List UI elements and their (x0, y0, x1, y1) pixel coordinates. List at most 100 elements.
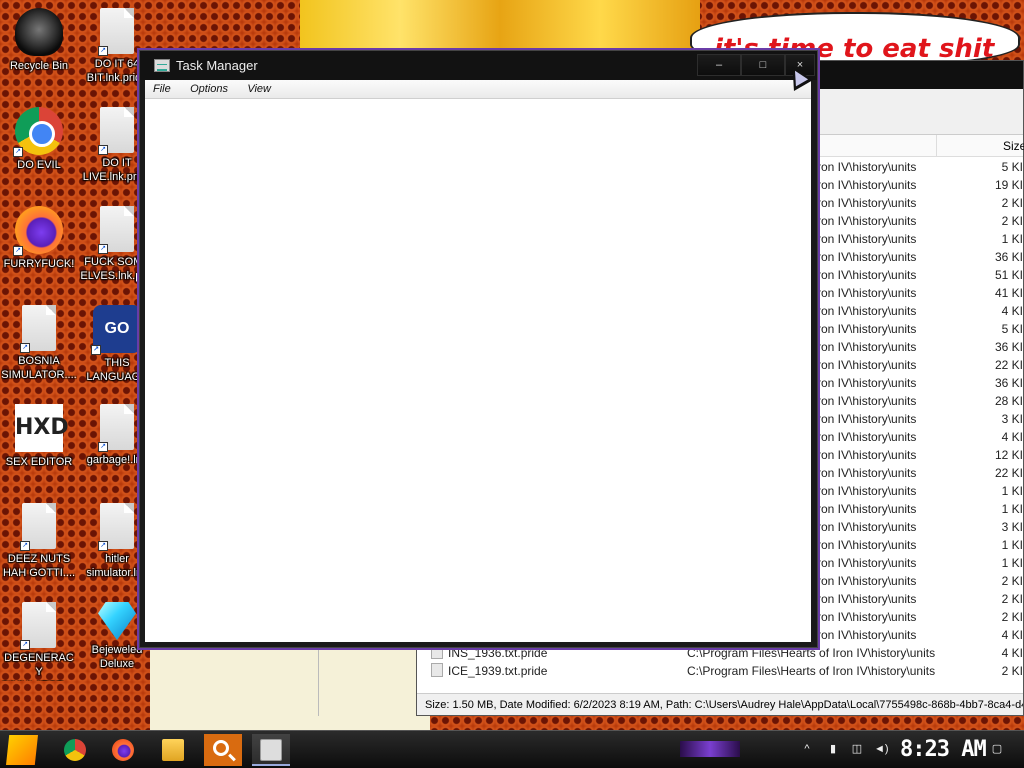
file-size-cell: 36 KI (994, 340, 1023, 354)
network-icon[interactable]: ◫ (850, 742, 864, 756)
menu-options[interactable]: Options (182, 80, 236, 99)
hxd-icon: HXD (15, 404, 69, 452)
shortcut-arrow-icon: ↗ (98, 541, 108, 551)
firefox-icon[interactable] (104, 734, 142, 766)
file-path-cell: ron IV\history\units (817, 304, 917, 318)
file-path-cell: ron IV\history\units (817, 322, 917, 336)
desktop-icon-label: FURRYFUCK! (3, 258, 75, 270)
chrome-icon: ↗ (13, 107, 63, 157)
file-size-cell: 36 KI (994, 250, 1023, 264)
file-size-cell: 5 KI (1001, 322, 1023, 336)
volume-icon[interactable]: ◄) (874, 742, 889, 756)
file-path-cell: ron IV\history\units (817, 376, 917, 390)
file-path-cell: ron IV\history\units (817, 340, 917, 354)
file-path-cell: ron IV\history\units (817, 556, 917, 570)
shortcut-arrow-icon: ↗ (98, 632, 106, 640)
column-header-size[interactable]: Size (936, 135, 1024, 157)
desktop-icon-label: DO EVIL (17, 159, 61, 171)
minimize-button[interactable]: – (697, 54, 741, 76)
shortcut-arrow-icon: ↗ (13, 147, 23, 157)
file-size-cell: 4 KI (1001, 430, 1023, 444)
file-path-cell: ron IV\history\units (817, 610, 917, 624)
task-manager-icon (154, 59, 170, 72)
file-size-cell: 4 KI (1001, 628, 1023, 642)
task-manager-window[interactable]: Task Manager – □ × File Options View (139, 50, 818, 648)
file-size-cell: 1 KI (1001, 502, 1023, 516)
task-manager-content-area (145, 99, 811, 642)
file-size-cell: 2 KI (1001, 214, 1023, 228)
file-size-cell: 4 KI (1001, 304, 1023, 318)
shortcut-arrow-icon: ↗ (13, 246, 23, 256)
file-size-cell: 12 KI (994, 448, 1023, 462)
file-size-cell: 41 KI (994, 286, 1023, 300)
file-icon: ↗ (98, 503, 134, 551)
file-path-cell: ron IV\history\units (817, 592, 917, 606)
recycle-bin-icon (15, 8, 63, 56)
file-path-cell: C:\Program Files\Hearts of Iron IV\histo… (687, 664, 936, 678)
file-size-cell: 2 KI (1001, 610, 1023, 624)
file-icon: ↗ (20, 305, 56, 353)
file-size-cell: 1 KI (1001, 484, 1023, 498)
file-path-cell: ron IV\history\units (817, 502, 917, 516)
file-size-cell: 2 KI (1001, 574, 1023, 588)
file-size-cell: 2 KI (1001, 592, 1023, 606)
window-title: Task Manager (176, 58, 258, 73)
shortcut-arrow-icon: ↗ (91, 345, 101, 355)
search-icon[interactable] (204, 734, 242, 766)
start-button[interactable] (6, 735, 38, 765)
desktop-icon[interactable]: HXD SEX EDITOR (1, 404, 77, 469)
file-size-cell: 36 KI (994, 376, 1023, 390)
desktop-icon[interactable]: ↗ FURRYFUCK! (1, 206, 77, 271)
taskbar: ^ ▮ ◫ ◄) ▢ 8:23 AM (0, 730, 1024, 768)
file-path-cell: ron IV\history\units (817, 268, 917, 282)
file-size-cell: 51 KI (994, 268, 1023, 282)
file-size-cell: 5 KI (1001, 160, 1023, 174)
file-path-cell: ron IV\history\units (817, 574, 917, 588)
file-path-cell: ron IV\history\units (817, 628, 917, 642)
desktop-icon[interactable]: ↗ BOSNIA SIMULATOR.... (1, 305, 77, 382)
chrome-icon[interactable] (56, 734, 94, 766)
file-icon: ↗ (20, 503, 56, 551)
desktop-icon[interactable]: ↗ DEGENERACY SIMULATOR.... (1, 602, 77, 681)
wallpaper-banner-art (300, 0, 700, 52)
table-row[interactable]: ICE_1939.txt.pride C:\Program Files\Heart… (417, 662, 1023, 680)
file-icon: ↗ (98, 206, 134, 254)
file-path-cell: ron IV\history\units (817, 196, 917, 210)
file-size-cell: 28 KI (994, 394, 1023, 408)
taskbar-decoration (680, 741, 740, 757)
task-manager-icon[interactable] (252, 734, 290, 766)
file-size-cell: 1 KI (1001, 538, 1023, 552)
file-path-cell: ron IV\history\units (817, 466, 917, 480)
file-path-cell: ron IV\history\units (817, 250, 917, 264)
shortcut-arrow-icon: ↗ (98, 46, 108, 56)
menu-view[interactable]: View (239, 80, 279, 99)
shortcut-arrow-icon: ↗ (98, 244, 108, 254)
file-icon: ↗ (98, 107, 134, 155)
chevron-up-icon[interactable]: ^ (800, 742, 814, 756)
goland-icon: GO ↗ (91, 305, 141, 355)
file-path-cell: ron IV\history\units (817, 178, 917, 192)
task-manager-titlebar[interactable]: Task Manager – □ × (140, 51, 817, 80)
file-icon: ↗ (98, 8, 134, 56)
file-size-cell: 22 KI (994, 466, 1023, 480)
file-icon: ↗ (20, 602, 56, 650)
menu-file[interactable]: File (145, 80, 179, 99)
menu-bar: File Options View (145, 80, 811, 99)
desktop-icon-label: DEGENERACY SIMULATOR.... (1, 652, 76, 681)
file-path-cell: ron IV\history\units (817, 286, 917, 300)
desktop-icon[interactable]: ↗ DEEZ NUTS HAH GOTTI.... (1, 503, 77, 580)
shortcut-arrow-icon: ↗ (98, 145, 108, 155)
taskbar-clock[interactable]: 8:23 AM (900, 737, 987, 762)
desktop-icon-label: SEX EDITOR (5, 456, 73, 468)
desktop-icon[interactable]: Recycle Bin (1, 8, 77, 73)
desktop-icon[interactable]: ↗ DO EVIL (1, 107, 77, 172)
file-explorer-icon[interactable] (154, 734, 192, 766)
maximize-button[interactable]: □ (741, 54, 785, 76)
status-bar: Size: 1.50 MB, Date Modified: 6/2/2023 8… (417, 693, 1023, 715)
battery-icon[interactable]: ▮ (826, 742, 840, 756)
firefox-icon: ↗ (13, 206, 63, 256)
file-name-cell: ICE_1939.txt.pride (431, 662, 547, 680)
file-size-cell: 1 KI (1001, 556, 1023, 570)
notification-icon[interactable]: ▢ (990, 742, 1004, 756)
file-path-cell: ron IV\history\units (817, 520, 917, 534)
